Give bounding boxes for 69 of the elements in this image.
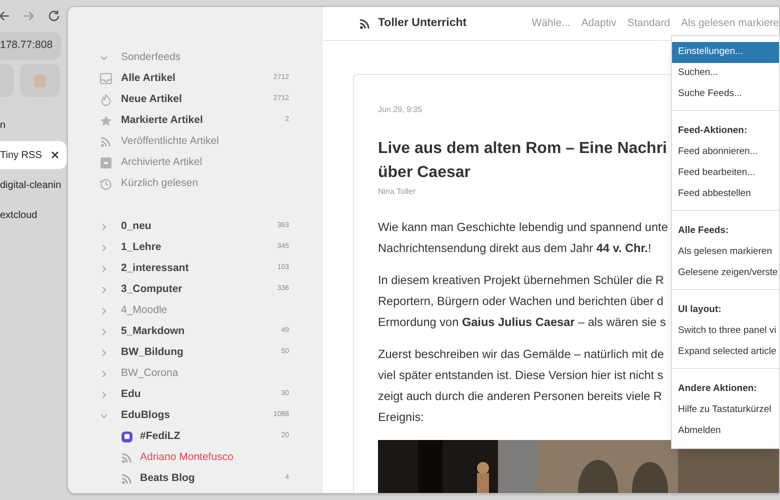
chevron-right-icon[interactable] (100, 244, 108, 252)
feed-item[interactable]: Beats Blog (140, 470, 286, 486)
chevron-right-icon[interactable] (100, 286, 108, 294)
chevron-right-icon[interactable] (100, 264, 108, 272)
history-icon (100, 178, 112, 190)
menu-item[interactable]: Gelesene zeigen/verste (672, 263, 779, 284)
close-icon[interactable] (51, 151, 59, 159)
chevron-right-icon[interactable] (100, 370, 108, 378)
back-icon[interactable] (0, 11, 10, 21)
chevron-right-icon[interactable] (100, 348, 108, 356)
menu-item[interactable]: Einstellungen... (672, 42, 779, 63)
chevron-down-icon[interactable] (100, 412, 108, 420)
category-label[interactable]: EduBlogs (121, 408, 274, 424)
pinned-tile[interactable] (20, 64, 60, 97)
rss-icon (100, 136, 112, 148)
rss-icon (121, 452, 133, 464)
browser-tab[interactable]: digital-cleanin (0, 171, 67, 199)
forward-icon[interactable] (23, 11, 35, 21)
menu-item[interactable]: Expand selected article (672, 342, 779, 363)
chevron-right-icon[interactable] (100, 306, 108, 314)
feed-item[interactable]: Adriano Montefusco (140, 450, 289, 466)
menu-item[interactable]: Hilfe zu Tastaturkürzel (672, 400, 779, 421)
paragraph: Zuerst beschreiben wir das Gemälde – natürlich mit de viel später entstanden ist. Diese Version hier ist nicht s zeigt auch durch die anderen Personen bereits viele R Ereignis: (378, 346, 664, 426)
paragraph: Wie kann man Geschichte lebendig und spannend unte Nachrichtensendung direkt aus dem Jahr 44 v. Chr.! (378, 219, 668, 257)
chevron-right-icon[interactable] (100, 328, 108, 336)
category-label[interactable]: 1_Lehre (121, 240, 278, 256)
archive-icon (100, 156, 112, 168)
feed-item[interactable]: Neue Artikel (121, 92, 274, 108)
menu-item[interactable]: Feed abbestellen (672, 184, 779, 205)
menu-item[interactable]: Als gelesen markieren (672, 242, 779, 263)
inbox-icon (100, 72, 112, 84)
menu-heading: Andere Aktionen: (677, 382, 758, 396)
feed-item[interactable]: Markierte Artikel (121, 112, 286, 128)
category-label[interactable]: 3_Computer (121, 282, 278, 298)
category-label[interactable]: Edu (121, 386, 282, 402)
menu-item[interactable]: Suche Feeds... (672, 84, 779, 105)
reload-icon[interactable] (48, 10, 60, 22)
feed-item[interactable]: Alle Artikel (121, 70, 274, 86)
menu-heading: Alle Feeds: (677, 224, 730, 238)
browser-tab[interactable]: n (0, 111, 67, 139)
star-icon (100, 114, 112, 126)
category-label[interactable]: BW_Bildung (121, 344, 282, 360)
menu-heading: UI layout: (677, 303, 722, 318)
category-label[interactable]: 5_Markdown (121, 324, 282, 340)
chevron-down-icon[interactable] (100, 54, 108, 62)
flame-icon (100, 94, 112, 106)
browser-tab[interactable]: extcloud (0, 201, 67, 229)
menu-item[interactable]: Abmelden (672, 421, 779, 442)
menu-heading: Feed-Aktionen: (677, 124, 748, 138)
chevron-right-icon[interactable] (100, 222, 108, 230)
paragraph: In diesem kreativen Projekt übernehmen Schüler die R Reportern, Bürgern oder Wachen und berichten über d Ermordung von Gaius Julius Caesar – als wären sie s (378, 272, 666, 331)
feed-title: Toller Unterricht (378, 16, 467, 31)
rss-icon (121, 472, 133, 484)
chevron-right-icon[interactable] (100, 390, 108, 398)
article-author: Nina Toller (378, 186, 416, 198)
chat-bubble-icon (121, 430, 133, 442)
category-label[interactable]: 0_neu (121, 218, 278, 234)
category-label[interactable]: 2_interessant (121, 260, 278, 276)
address-bar[interactable]: 178.77:808 (0, 32, 61, 60)
menu-item[interactable]: Suchen... (672, 63, 779, 84)
browser-tab[interactable]: Tiny RSS (0, 141, 67, 169)
menu-item[interactable]: Switch to three panel vi (672, 321, 779, 342)
feed-item[interactable]: #FediLZ (140, 428, 282, 444)
menu-item[interactable]: Feed bearbeiten... (672, 163, 779, 184)
article-title[interactable]: Live aus dem alten Rom – Eine Nachri über Caesar (378, 137, 667, 185)
article-date: Jun 29, 9:35 (378, 104, 422, 116)
menu-item[interactable]: Feed abonnieren... (672, 142, 779, 163)
square-icon (34, 74, 46, 86)
rss-icon (359, 18, 370, 29)
